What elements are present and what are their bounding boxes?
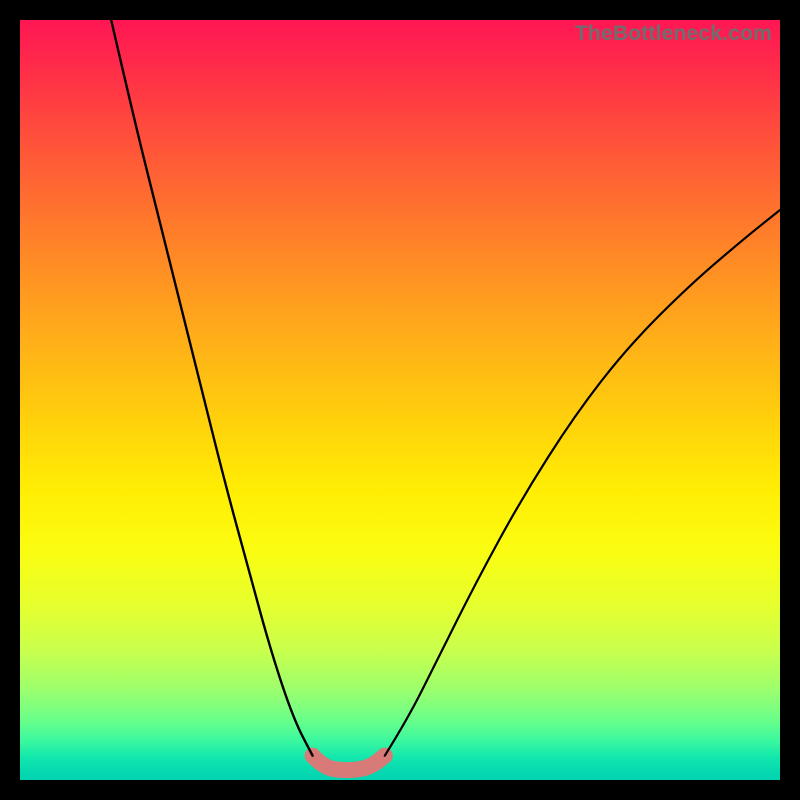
chart-background-gradient: [20, 20, 780, 780]
watermark-text: TheBottleneck.com: [575, 22, 772, 46]
chart-frame: TheBottleneck.com: [20, 20, 780, 780]
